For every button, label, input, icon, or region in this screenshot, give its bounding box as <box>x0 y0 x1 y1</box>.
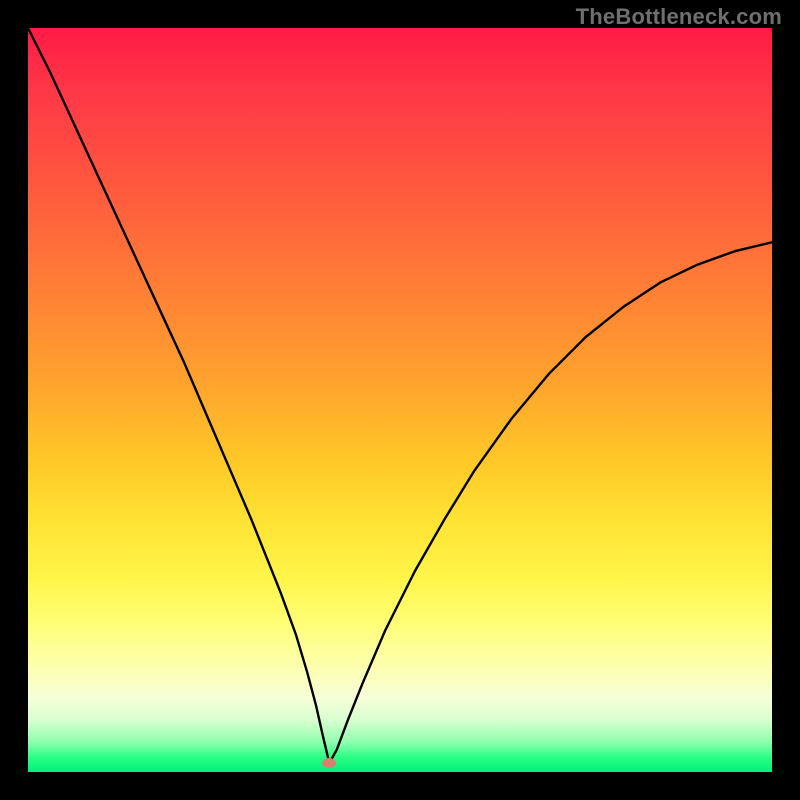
minimum-marker-dot <box>322 758 336 768</box>
bottleneck-curve <box>28 28 772 772</box>
chart-plot-area <box>28 28 772 772</box>
watermark-text: TheBottleneck.com <box>576 4 782 30</box>
chart-frame: TheBottleneck.com <box>0 0 800 800</box>
